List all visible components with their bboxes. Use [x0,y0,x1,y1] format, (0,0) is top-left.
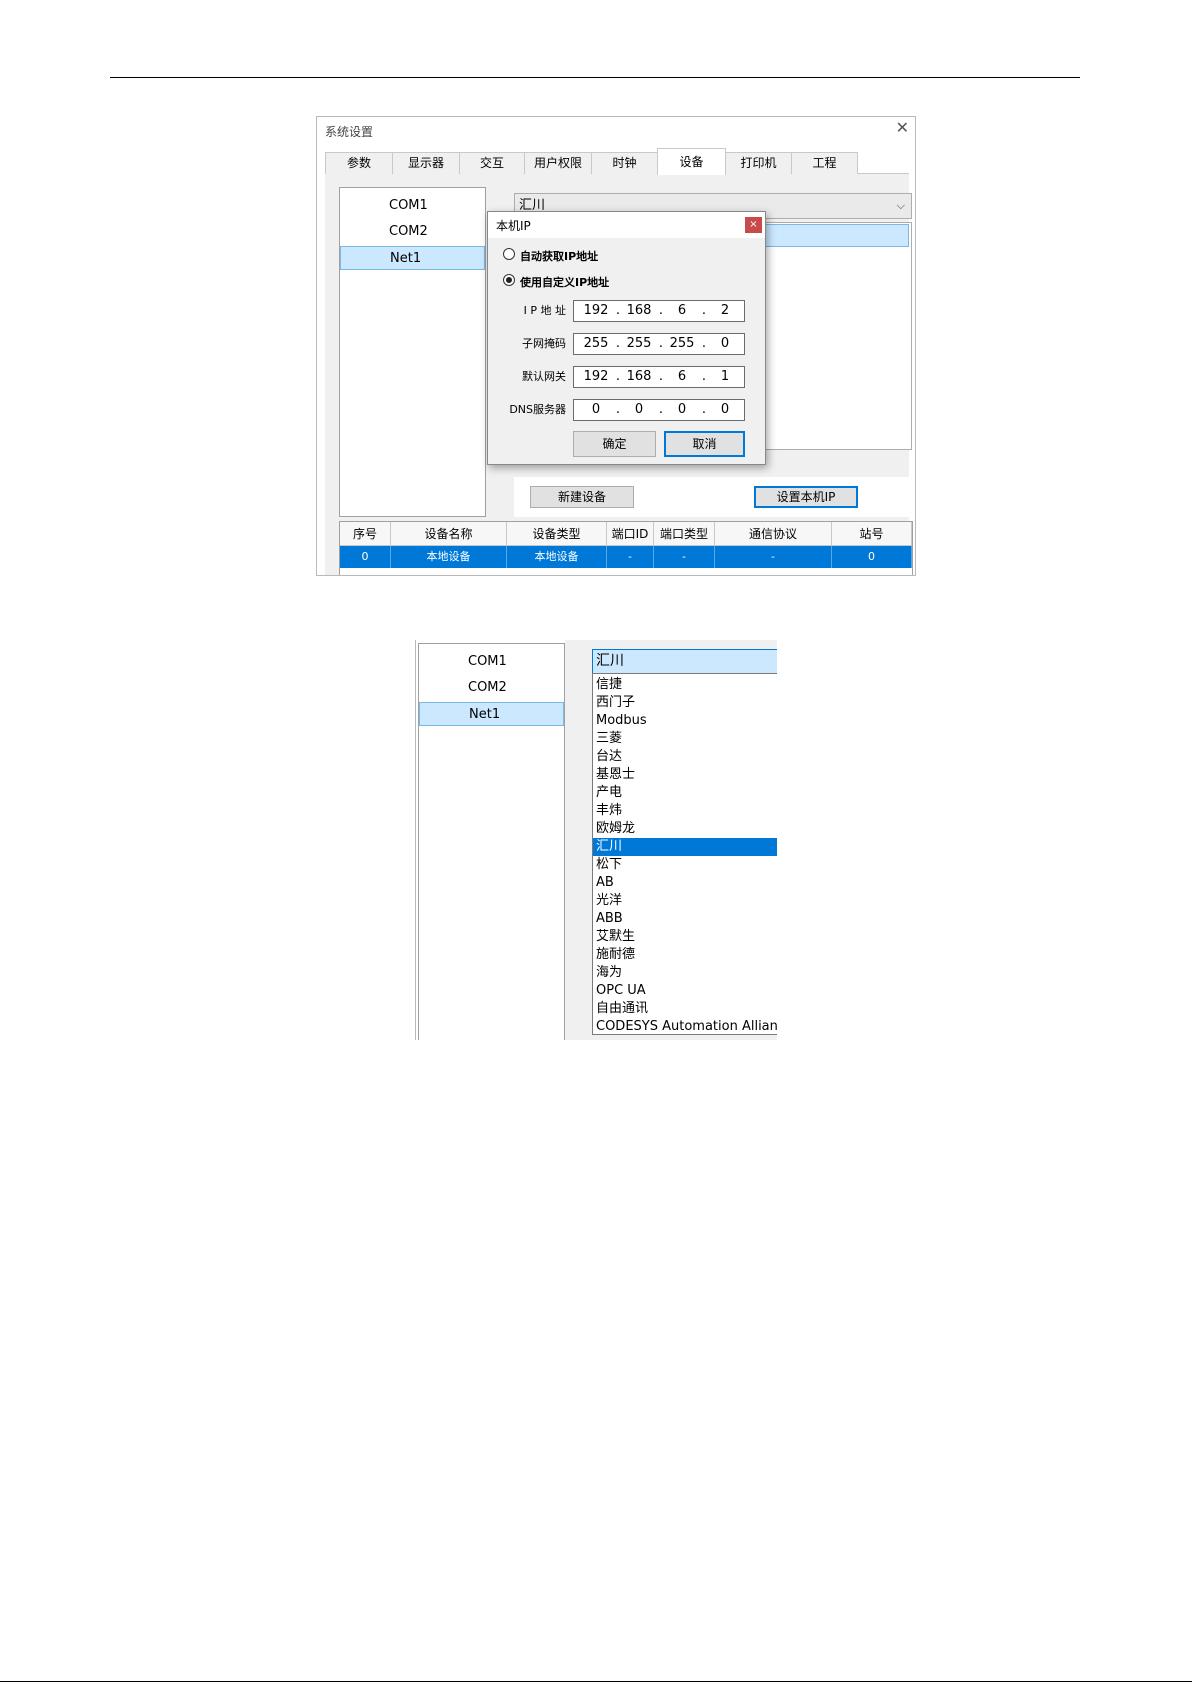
table-cell[interactable]: 本地设备 [391,546,507,568]
table-cell[interactable]: - [715,546,832,568]
port-item-com2[interactable]: COM2 [340,220,485,244]
page-header-rule [110,77,1080,78]
dropdown-option[interactable]: 施耐德 [593,946,777,964]
brand-dropdown-list[interactable]: 信捷 西门子 Modbus 三菱 台达 基恩士 产电 丰炜 欧姆龙 汇川 松下 … [592,673,777,1035]
dns-server-input[interactable]: 0 . 0 . 0 . 0 [573,399,745,421]
gateway-input[interactable]: 192 . 168 . 6 . 1 [573,366,745,388]
window-edge [415,640,416,1040]
tab-device[interactable]: 设备 [657,148,726,175]
dropdown-option-selected[interactable]: 汇川 [593,838,777,856]
table-cell[interactable]: - [607,546,654,568]
radio-auto-ip-label: 自动获取IP地址 [520,250,599,263]
dropdown-option[interactable]: AB [593,874,777,892]
brand-combobox-open[interactable]: 汇川 [592,649,777,674]
column-header-device-type[interactable]: 设备类型 [507,522,607,546]
dropdown-option[interactable]: 海为 [593,964,777,982]
dropdown-option[interactable]: 丰炜 [593,802,777,820]
radio-icon[interactable] [503,248,515,260]
dropdown-option[interactable]: 西门子 [593,694,777,712]
tab-strip: 参数 显示器 交互 用户权限 时钟 设备 打印机 工程 [325,148,911,175]
tab-params[interactable]: 参数 [325,152,393,174]
subnet-mask-label: 子网掩码 [522,337,566,350]
dialog-title-bar: 本机IP × [488,212,765,238]
tab-project[interactable]: 工程 [791,152,858,174]
column-header-station[interactable]: 站号 [832,522,912,546]
brand-combobox-value: 汇川 [596,653,624,669]
close-icon[interactable]: × [745,217,762,233]
dropdown-option[interactable]: ABB [593,910,777,928]
table-cell[interactable]: 本地设备 [507,546,607,568]
ip-address-label: I P 地 址 [523,304,566,317]
dropdown-option[interactable]: 自由通讯 [593,1000,777,1018]
port-list: COM1 COM2 Net1 [339,187,486,517]
dropdown-option[interactable]: 欧姆龙 [593,820,777,838]
close-icon[interactable]: ✕ [896,119,909,137]
gateway-label: 默认网关 [522,370,566,383]
table-cell[interactable]: 0 [340,546,391,568]
tab-user-permissions[interactable]: 用户权限 [524,152,592,174]
dropdown-option[interactable]: 光洋 [593,892,777,910]
dropdown-option[interactable]: Modbus [593,712,777,730]
tab-interaction[interactable]: 交互 [459,152,525,174]
device-settings-dropdown-view: COM1 COM2 Net1 汇川 信捷 西门子 Modbus 三菱 台达 基恩… [415,640,777,1040]
dropdown-option[interactable]: 艾默生 [593,928,777,946]
subnet-mask-input[interactable]: 255 . 255 . 255 . 0 [573,333,745,355]
dropdown-option[interactable]: CODESYS Automation Alliance [593,1018,777,1036]
dropdown-option[interactable]: 信捷 [593,676,777,694]
column-header-port-type[interactable]: 端口类型 [654,522,715,546]
column-header-device-name[interactable]: 设备名称 [391,522,507,546]
dropdown-option[interactable]: OPC UA [593,982,777,1000]
device-table: 序号 设备名称 设备类型 端口ID 端口类型 通信协议 站号 0 本地设备 本地… [339,521,913,575]
chevron-down-icon[interactable]: ⌵ [897,194,905,218]
tab-printer[interactable]: 打印机 [725,152,792,174]
new-device-button[interactable]: 新建设备 [530,486,634,508]
dropdown-option[interactable]: 产电 [593,784,777,802]
radio-custom-ip-label: 使用自定义IP地址 [520,276,610,289]
dropdown-option[interactable]: 松下 [593,856,777,874]
port-item-com1[interactable]: COM1 [340,194,485,218]
dns-server-label: DNS服务器 [509,403,566,416]
ip-address-input[interactable]: 192 . 168 . 6 . 2 [573,300,745,322]
column-header-protocol[interactable]: 通信协议 [715,522,832,546]
window-title: 系统设置 [325,125,374,139]
local-ip-dialog: 本机IP × 自动获取IP地址 使用自定义IP地址 I P 地 址 192 . … [487,211,766,465]
port-item-com1[interactable]: COM1 [419,650,564,674]
tab-display[interactable]: 显示器 [392,152,460,174]
page-footer-rule [0,1681,1192,1682]
port-item-net1[interactable]: Net1 [340,246,485,270]
dialog-title: 本机IP [496,219,531,233]
table-cell[interactable]: - [654,546,715,568]
table-cell[interactable]: 0 [832,546,912,568]
port-list: COM1 COM2 Net1 [418,643,565,1040]
ok-button[interactable]: 确定 [573,431,656,457]
column-header-port-id[interactable]: 端口ID [607,522,654,546]
column-header-index[interactable]: 序号 [340,522,391,546]
port-item-com2[interactable]: COM2 [419,676,564,700]
dropdown-option[interactable]: 台达 [593,748,777,766]
device-button-bar: 新建设备 设置本机IP [514,477,912,517]
radio-selected-icon[interactable] [503,274,515,286]
set-local-ip-button[interactable]: 设置本机IP [754,486,858,508]
port-item-net1[interactable]: Net1 [419,702,564,726]
tab-clock[interactable]: 时钟 [591,152,658,174]
dropdown-option[interactable]: 三菱 [593,730,777,748]
cancel-button[interactable]: 取消 [664,431,745,457]
dropdown-option[interactable]: 基恩士 [593,766,777,784]
